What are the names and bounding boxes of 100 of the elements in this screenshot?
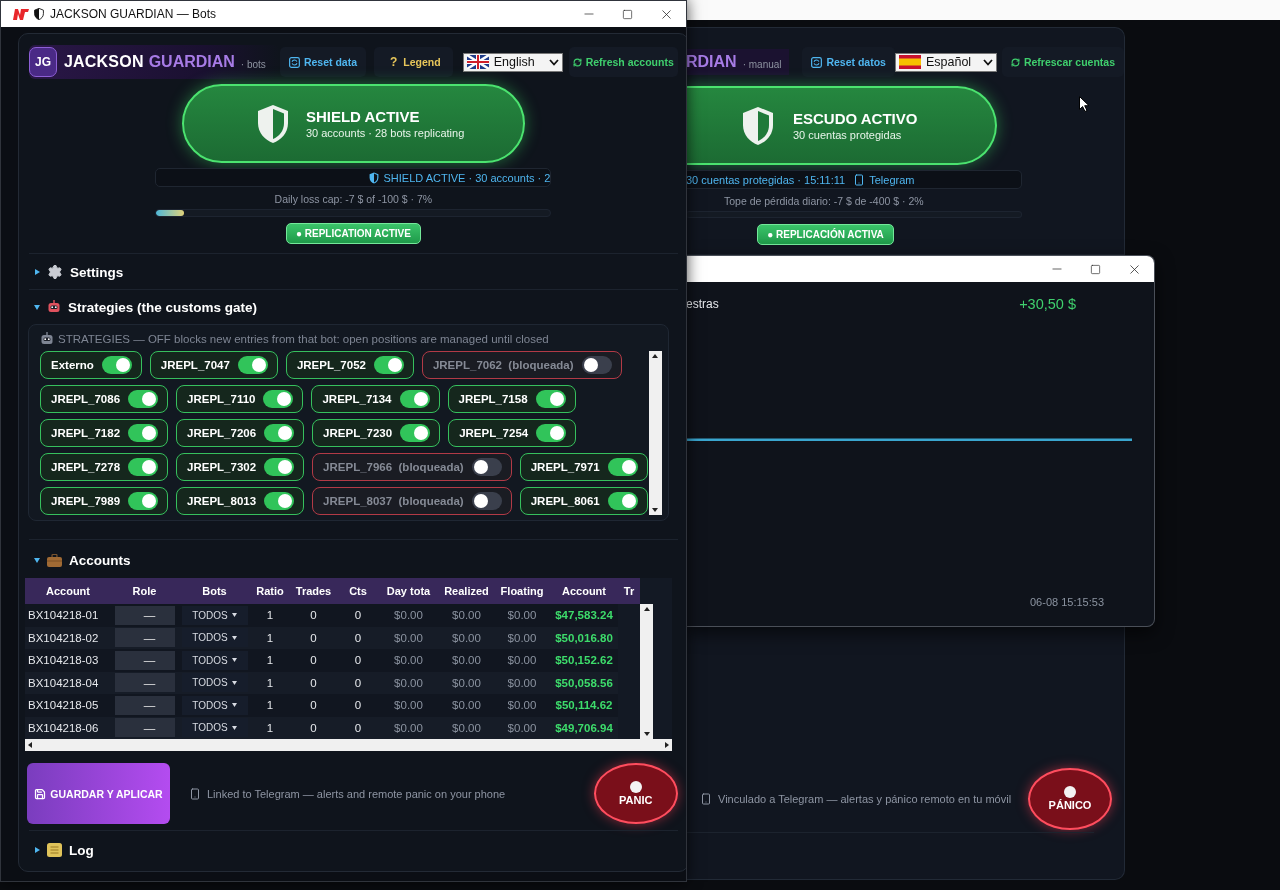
vertical-scrollbar[interactable] [648,351,662,515]
legend-button[interactable]: ? Legend [374,47,453,77]
toggle-switch[interactable] [581,356,612,374]
bots-dropdown[interactable]: TODOS [181,650,248,670]
strategy-chip[interactable]: JREPL_7971 [519,453,648,481]
dropdown-caret-icon [231,680,237,685]
strategy-chip[interactable]: JREPL_7966 (bloqueada) [312,453,512,481]
column-header[interactable]: Role [111,578,178,604]
gear-icon [47,264,63,280]
table-cell-text: $50,016.80 [554,630,614,646]
strategy-chip[interactable]: JREPL_8037 (bloqueada) [312,487,512,515]
toggle-switch[interactable] [373,356,404,374]
refresh-button[interactable]: Refresh accounts [568,47,678,77]
toggle-switch[interactable] [263,390,294,408]
strategy-chip[interactable]: JREPL_7158 [447,385,576,413]
strategy-chip[interactable]: JREPL_7230 [312,419,441,447]
bots-dropdown[interactable]: TODOS [181,605,248,625]
toggle-switch[interactable] [128,458,159,476]
toggle-switch[interactable] [471,492,502,510]
strategy-chip[interactable]: JREPL_7110 [176,385,304,413]
table-cell-text: $0.00 [506,675,538,691]
toggle-switch[interactable] [535,390,566,408]
section-header[interactable]: Settings [29,261,678,283]
strategy-chip[interactable]: JREPL_8013 [176,487,305,515]
reset-button[interactable]: Reset data [279,47,366,77]
toggle-switch[interactable] [399,390,430,408]
column-header[interactable]: Cts [338,578,378,604]
section-header[interactable]: Accounts [29,549,678,571]
strategy-chip[interactable]: JREPL_7134 [311,385,440,413]
column-header[interactable]: Account [25,578,111,604]
bots-dropdown[interactable]: TODOS [181,695,248,715]
role-field[interactable]: — [114,650,175,670]
strategy-chip[interactable]: JREPL_7254 [448,419,577,447]
bots-dropdown[interactable]: TODOS [181,718,248,738]
toggle-switch[interactable] [607,492,638,510]
shield-icon [369,171,380,184]
toggle-switch[interactable] [237,356,268,374]
strategy-chip[interactable]: JREPL_7206 [176,419,305,447]
toggle-switch[interactable] [128,492,159,510]
role-field[interactable]: — [114,695,175,715]
table-cell-text: $0.00 [451,608,482,624]
strategy-chip[interactable]: JREPL_7086 [40,385,169,413]
role-field[interactable]: — [114,628,175,648]
toggle-switch[interactable] [400,424,431,442]
strategy-chip[interactable]: JREPL_7062 (bloqueada) [421,351,622,379]
toggle-switch[interactable] [128,424,159,442]
bots-dropdown[interactable]: TODOS [181,628,248,648]
toggle-switch[interactable] [264,458,295,476]
strategy-chip[interactable]: JREPL_7182 [40,419,169,447]
language-select[interactable]: English [462,52,563,72]
briefcase-icon [47,553,62,567]
vertical-scrollbar[interactable] [640,604,653,739]
caret-icon [34,304,40,310]
toggle-switch[interactable] [101,356,132,374]
strategy-chip[interactable]: JREPL_7052 [285,351,414,379]
save-apply-button[interactable]: GUARDAR Y APLICAR [27,763,170,824]
horizontal-scrollbar[interactable] [25,739,672,751]
toggle-switch[interactable] [128,390,159,408]
toggle-switch[interactable] [536,424,567,442]
column-header[interactable]: Tr [618,578,640,604]
table-cell-text: 0 [309,698,318,714]
column-header[interactable]: Account [550,578,618,604]
strategy-chip[interactable]: JREPL_7302 [176,453,305,481]
role-field[interactable]: — [114,605,175,625]
panic-button[interactable]: PÁNICO [1028,767,1112,830]
telegram-link[interactable]: Telegram [869,173,915,186]
panic-button[interactable]: PANIC [593,763,678,824]
shield-status-button[interactable]: SHIELD ACTIVE 30 accounts · 28 bots replicating [181,84,525,163]
column-header[interactable]: Bots [178,578,251,604]
maximize-icon [1090,263,1101,275]
column-header[interactable]: Day tota [378,578,439,604]
language-select[interactable]: Español [894,52,997,72]
role-field[interactable]: — [114,718,175,738]
bots-dropdown[interactable]: TODOS [181,673,248,693]
column-header[interactable]: Trades [289,578,338,604]
column-header[interactable]: Realized [439,578,494,604]
toggle-switch[interactable] [264,492,295,510]
strategy-chip[interactable]: JREPL_7047 [149,351,278,379]
toggle-switch[interactable] [471,458,502,476]
column-header[interactable]: Ratio [251,578,289,604]
section-header[interactable]: Log [29,839,678,861]
refresh-button[interactable]: Refrescar cuentas [1001,47,1124,77]
strategies-note: STRATEGIES — OFF blocks new entries from that bot: open positions are managed until closed [40,332,662,346]
toggle-switch[interactable] [264,424,295,442]
column-header[interactable]: Floating [494,578,550,604]
role-field[interactable]: — [114,673,175,693]
shield-status-button[interactable]: ESCUDO ACTIVO 30 cuentas protegidas [686,86,997,165]
maximize-icon [622,8,633,20]
reset-button[interactable]: Reset datos [802,47,895,77]
refresh-icon [288,56,300,68]
section-header[interactable]: Strategies (the customs gate) [29,296,678,318]
strategy-chip[interactable]: JREPL_7278 [40,453,169,481]
strategy-chip[interactable]: Externo [40,351,142,379]
table-cell-text: $0.00 [393,608,424,624]
strategy-chip[interactable]: JREPL_8061 [519,487,648,515]
toggle-switch[interactable] [607,458,638,476]
strategy-chip[interactable]: JREPL_7989 [40,487,169,515]
dropdown-caret-icon [231,635,237,640]
caret-icon [34,557,40,563]
loss-cap-label: Daily loss cap: -7 $ of -100 $ · 7% [274,193,433,205]
